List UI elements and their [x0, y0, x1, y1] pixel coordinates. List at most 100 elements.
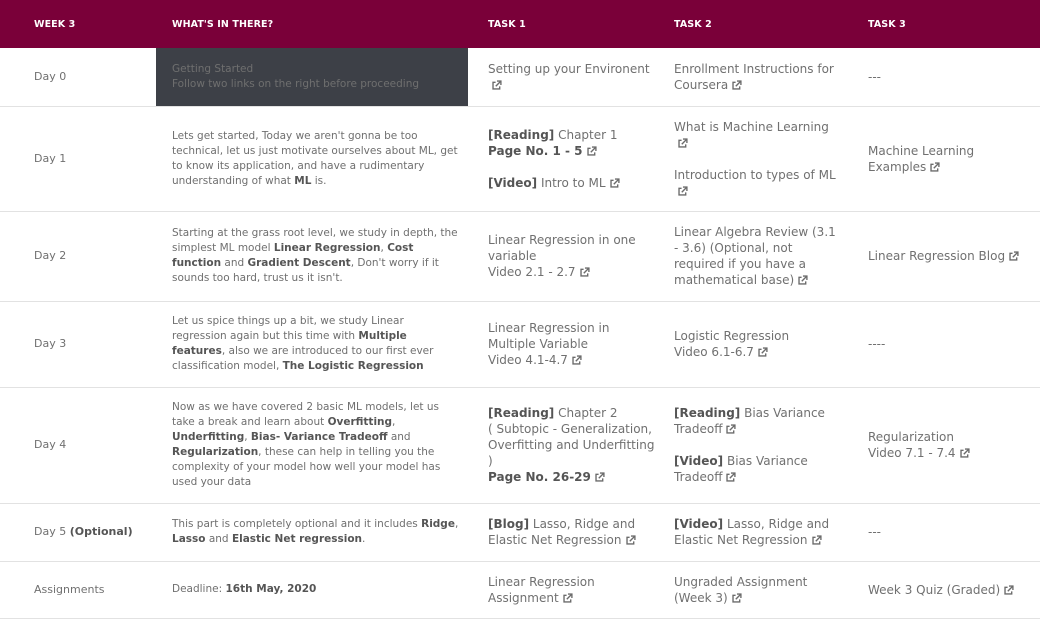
task-link-text: Logistic Regression: [674, 329, 790, 343]
task-link-linear-regression-assignment[interactable]: Linear Regression Assignment: [488, 575, 595, 605]
subtopic-text: ( Subtopic - Generalization, Overfitting…: [488, 422, 655, 468]
description-bold: Bias- Variance Tradeoff: [250, 431, 388, 443]
table-row-assignments: Assignments Deadline: 16th May, 2020 Lin…: [0, 561, 1040, 619]
external-link-icon: [797, 275, 808, 285]
reading-tag: [Reading]: [488, 127, 555, 142]
day-label: Day 0: [0, 48, 156, 107]
task-link-ml-examples[interactable]: Machine Learning Examples: [868, 144, 974, 174]
task-link-text: What is Machine Learning: [674, 119, 829, 134]
external-link-icon: [571, 355, 582, 365]
header-task-1: TASK 1: [468, 0, 661, 48]
description-text: ,: [244, 431, 251, 443]
task-link-video-lasso-ridge[interactable]: [Video] Lasso, Ridge and Elastic Net Reg…: [674, 517, 829, 547]
video-tag: [Video]: [488, 175, 538, 190]
description-text: .: [362, 533, 366, 545]
external-link-icon: [731, 592, 742, 603]
external-link-icon: [677, 185, 688, 196]
deadline-cell: Deadline: 16th May, 2020: [156, 561, 468, 619]
deadline-label: Deadline:: [172, 583, 226, 595]
description-cell: This part is completely optional and it …: [156, 503, 468, 562]
task2-cell: What is Machine Learning Introduction to…: [661, 106, 848, 212]
task-link-linear-regression-one-variable[interactable]: Linear Regression in one variable Video …: [488, 232, 657, 280]
external-link-icon: [725, 472, 737, 482]
task3-cell: Linear Regression Blog: [848, 211, 1040, 302]
task2-cell: [Video] Lasso, Ridge and Elastic Net Reg…: [661, 503, 848, 562]
task1-cell: [Reading] Chapter 2 ( Subtopic - General…: [468, 387, 661, 504]
task-link-linear-regression-multiple-variable[interactable]: Linear Regression in Multiple Variable V…: [488, 320, 657, 368]
description-cell: Starting at the grass root level, we stu…: [156, 211, 468, 302]
day-label: Day 4: [0, 387, 156, 504]
task-link-setup-environment[interactable]: Setting up your Environent: [488, 62, 650, 92]
task-link-linear-algebra-review[interactable]: Linear Algebra Review (3.1 - 3.6) (Optio…: [674, 225, 836, 287]
task1-cell: Linear Regression in Multiple Variable V…: [468, 301, 661, 388]
day-label: Day 3: [0, 301, 156, 388]
external-link-icon: [725, 424, 737, 434]
task-link-text: Linear Regression Blog: [868, 249, 1006, 263]
task-link-video-bias-variance[interactable]: [Video] Bias Variance Tradeoff: [674, 454, 808, 484]
description-text: Now as we have covered 2 basic ML models…: [172, 401, 440, 428]
task-link-text: Chapter 2: [554, 406, 618, 420]
day-label: Day 2: [0, 211, 156, 302]
task-link-text: Intro to ML: [537, 175, 606, 190]
day-label: Day 5 (Optional): [0, 503, 156, 562]
task-link-week-3-quiz[interactable]: Week 3 Quiz (Graded): [868, 583, 1014, 597]
task-link-ungraded-assignment[interactable]: Ungraded Assignment (Week 3): [674, 575, 807, 605]
description-cell: Lets get started, Today we aren't gonna …: [156, 106, 468, 212]
task-link-blog-lasso-ridge[interactable]: [Blog] Lasso, Ridge and Elastic Net Regr…: [488, 517, 636, 547]
task3-cell: ----: [848, 301, 1040, 388]
table-header-row: WEEK 3 WHAT'S IN THERE? TASK 1 TASK 2 TA…: [0, 0, 1040, 48]
table-row-day-1: Day 1 Lets get started, Today we aren't …: [0, 106, 1040, 212]
external-link-icon: [731, 80, 742, 90]
task3-cell: ---: [848, 503, 1040, 562]
external-link-icon: [959, 448, 970, 458]
description-bold: Gradient Descent: [247, 257, 351, 269]
task2-cell: Linear Algebra Review (3.1 - 3.6) (Optio…: [661, 211, 848, 302]
description-text: and: [387, 431, 411, 443]
description-text: ,: [392, 416, 396, 428]
task-link-video-intro-to-ml[interactable]: [Video] Intro to ML: [488, 175, 620, 190]
description-cell: Let us spice things up a bit, we study L…: [156, 301, 468, 388]
task1-cell: Linear Regression Assignment: [468, 561, 661, 619]
task-link-reading-chapter-1[interactable]: [Reading] Chapter 1 Page No. 1 - 5: [488, 127, 657, 159]
task-link-reading-chapter-2[interactable]: [Reading] Chapter 2 ( Subtopic - General…: [488, 405, 657, 485]
external-link-icon: [491, 80, 502, 90]
task-link-types-of-ml[interactable]: Introduction to types of ML: [674, 168, 836, 198]
task2-cell: [Reading] Bias Variance Tradeoff [Video]…: [661, 387, 848, 504]
description-text: ,: [454, 518, 459, 530]
video-range: Video 7.1 - 7.4: [868, 446, 956, 460]
video-range: Video 6.1-6.7: [674, 345, 754, 359]
task-link-text: Regularization: [868, 430, 954, 444]
day-label: Assignments: [0, 561, 156, 619]
reading-tag: [Reading]: [674, 406, 741, 420]
description-bold: Overfitting: [327, 416, 393, 428]
task-link-logistic-regression[interactable]: Logistic Regression Video 6.1-6.7: [674, 328, 842, 360]
task-link-enrollment-instructions[interactable]: Enrollment Instructions for Coursera: [674, 62, 834, 92]
page-range: Page No. 1 - 5: [488, 143, 583, 158]
description-bold: Regularization: [172, 446, 259, 458]
task-link-text: Machine Learning Examples: [868, 143, 975, 174]
description-text: and: [221, 257, 248, 269]
task-link-what-is-ml[interactable]: What is Machine Learning: [674, 120, 829, 150]
table-row-day-0: Day 0 Getting Started Follow two links o…: [0, 48, 1040, 107]
task-link-text: Linear Regression Assignment: [488, 574, 595, 605]
optional-tag: (Optional): [69, 525, 133, 538]
getting-started-cell: Getting Started Follow two links on the …: [156, 48, 468, 107]
task-link-linear-regression-blog[interactable]: Linear Regression Blog: [868, 249, 1019, 263]
external-link-icon: [677, 137, 688, 148]
task-link-regularization[interactable]: Regularization Video 7.1 - 7.4: [868, 429, 1036, 461]
reading-tag: [Reading]: [488, 406, 555, 420]
external-link-icon: [579, 267, 590, 277]
header-whats-in-there: WHAT'S IN THERE?: [156, 0, 468, 48]
getting-started-note: Follow two links on the right before pro…: [172, 77, 420, 90]
getting-started-title: Getting Started: [172, 62, 254, 75]
task3-cell: Week 3 Quiz (Graded): [848, 561, 1040, 619]
table-row-day-5: Day 5 (Optional) This part is completely…: [0, 503, 1040, 562]
description-cell: Now as we have covered 2 basic ML models…: [156, 387, 468, 504]
table-row-day-2: Day 2 Starting at the grass root level, …: [0, 211, 1040, 302]
description-bold: Underfitting: [172, 431, 245, 443]
task-link-reading-bias-variance[interactable]: [Reading] Bias Variance Tradeoff: [674, 406, 825, 436]
page-range: Page No. 26-29: [488, 470, 591, 484]
task2-cell: Ungraded Assignment (Week 3): [661, 561, 848, 619]
video-tag: [Video]: [674, 454, 724, 468]
task3-cell: Machine Learning Examples: [848, 106, 1040, 212]
